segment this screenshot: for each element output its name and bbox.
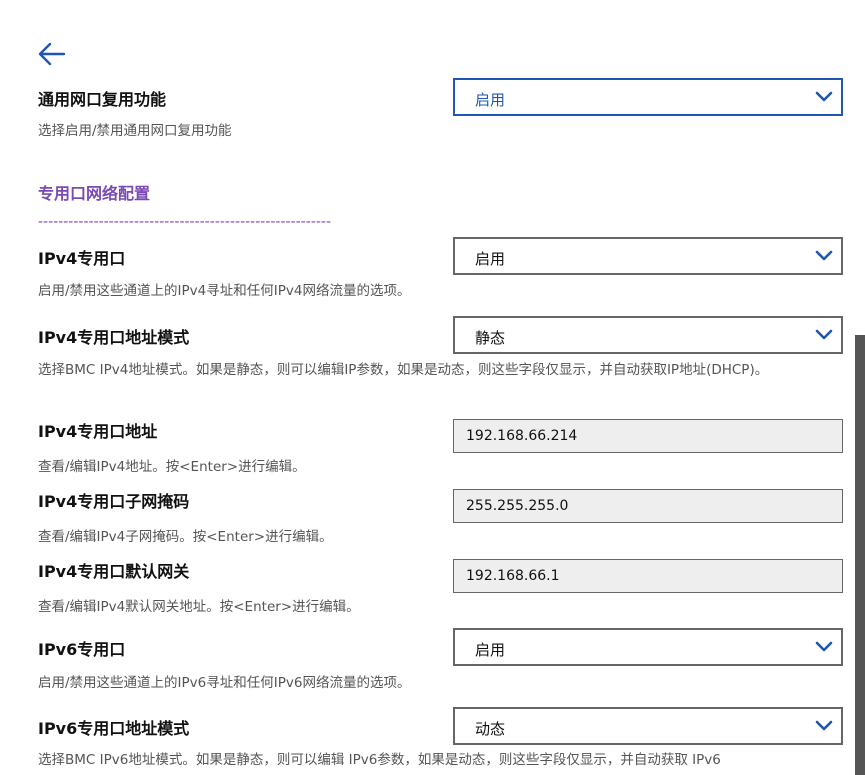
ipv6-mode-value: 动态 [475, 720, 506, 738]
ipv4-subnet-field[interactable]: 255.255.255.0 [453, 489, 843, 523]
ipv4-gateway-description: 查看/编辑IPv4默认网关地址。按<Enter>进行编辑。 [38, 599, 360, 615]
ipv4-gateway-field[interactable]: 192.168.66.1 [453, 559, 843, 593]
section-title: 专用口网络配置 [38, 184, 151, 203]
ipv4-mode-description: 选择BMC IPv4地址模式。如果是静态，则可以编辑IP参数，如果是动态，则这些… [38, 362, 769, 378]
ipv4-address-field[interactable]: 192.168.66.214 [453, 419, 843, 453]
ipv4-gateway-value: 192.168.66.1 [466, 568, 560, 584]
general-port-value: 启用 [475, 91, 506, 109]
ipv4-subnet-description: 查看/编辑IPv4子网掩码。按<Enter>进行编辑。 [38, 529, 333, 545]
ipv4-mode-value: 静态 [475, 329, 506, 347]
ipv4-port-description: 启用/禁用这些通道上的IPv4寻址和任何IPv4网络流量的选项。 [38, 283, 411, 299]
ipv4-mode-label: IPv4专用口地址模式 [38, 328, 190, 347]
ipv6-mode-description: 选择BMC IPv6地址模式。如果是静态，则可以编辑 IPv6参数，如果是动态，… [38, 752, 721, 768]
ipv4-address-value: 192.168.66.214 [466, 428, 578, 444]
ipv4-subnet-label: IPv4专用口子网掩码 [38, 492, 190, 511]
ipv4-port-label: IPv4专用口 [38, 249, 126, 268]
ipv6-port-label: IPv6专用口 [38, 640, 126, 659]
chevron-down-icon [815, 641, 833, 652]
ipv6-port-select[interactable]: 启用 [453, 628, 843, 666]
chevron-down-icon [815, 329, 833, 340]
ipv4-address-description: 查看/编辑IPv4地址。按<Enter>进行编辑。 [38, 459, 306, 475]
ipv6-port-value: 启用 [475, 641, 506, 659]
ipv4-subnet-value: 255.255.255.0 [466, 498, 569, 514]
general-port-description: 选择启用/禁用通用网口复用功能 [38, 123, 232, 139]
chevron-down-icon [815, 720, 833, 731]
arrow-left-icon[interactable] [36, 40, 68, 68]
ipv4-port-value: 启用 [475, 250, 506, 268]
ipv4-port-select[interactable]: 启用 [453, 237, 843, 275]
ipv4-mode-select[interactable]: 静态 [453, 316, 843, 354]
section-divider: ----------------------------------------… [38, 214, 332, 230]
chevron-down-icon [815, 91, 833, 102]
chevron-down-icon [815, 250, 833, 261]
ipv4-address-label: IPv4专用口地址 [38, 422, 158, 441]
network-settings-page: 通用网口复用功能 启用 选择启用/禁用通用网口复用功能 专用口网络配置 ----… [0, 0, 865, 775]
scrollbar-thumb[interactable] [855, 335, 865, 775]
scrollbar-track[interactable] [855, 0, 865, 775]
ipv6-mode-select[interactable]: 动态 [453, 707, 843, 745]
ipv6-mode-label: IPv6专用口地址模式 [38, 719, 190, 738]
general-port-label: 通用网口复用功能 [38, 90, 167, 109]
ipv6-port-description: 启用/禁用这些通道上的IPv6寻址和任何IPv6网络流量的选项。 [38, 675, 411, 691]
ipv4-gateway-label: IPv4专用口默认网关 [38, 562, 190, 581]
general-port-select[interactable]: 启用 [453, 78, 843, 116]
